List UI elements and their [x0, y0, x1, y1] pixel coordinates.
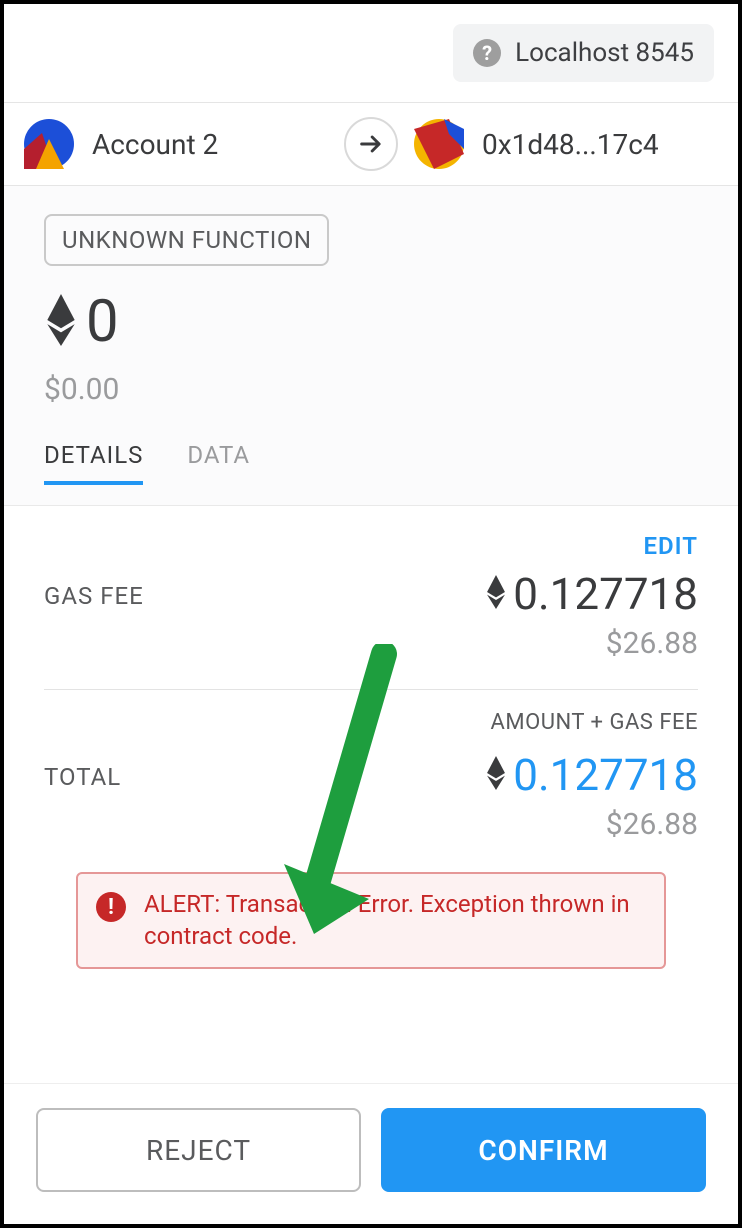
tab-details[interactable]: DETAILS — [44, 441, 143, 485]
from-account[interactable]: Account 2 — [24, 119, 328, 169]
from-avatar-icon — [24, 119, 74, 169]
confirm-button[interactable]: CONFIRM — [381, 1108, 706, 1192]
help-icon: ? — [473, 39, 501, 67]
network-selector[interactable]: ? Localhost 8545 — [453, 24, 714, 82]
amount-eth: 0 — [86, 288, 119, 356]
from-account-name: Account 2 — [92, 128, 218, 161]
total-usd: $26.88 — [485, 807, 698, 842]
total-sub-label: AMOUNT + GAS FEE — [44, 710, 698, 735]
ethereum-icon — [44, 294, 78, 350]
alert-icon: ! — [96, 892, 126, 922]
transaction-summary: UNKNOWN FUNCTION 0 $0.00 DETAILS DATA — [4, 186, 738, 506]
reject-button[interactable]: REJECT — [36, 1108, 361, 1192]
network-label: Localhost 8545 — [515, 38, 694, 68]
top-bar: ? Localhost 8545 — [4, 4, 738, 103]
to-account-address: 0x1d48...17c4 — [482, 128, 659, 161]
to-account[interactable]: 0x1d48...17c4 — [414, 119, 718, 169]
accounts-row: Account 2 0x1d48...17c4 — [4, 103, 738, 186]
arrow-right-icon — [357, 130, 385, 158]
total-row: TOTAL 0.127718 $26.88 — [44, 741, 698, 864]
to-avatar-icon — [414, 119, 464, 169]
details-panel: EDIT GAS FEE 0.127718 $26.88 AMOUNT + GA… — [4, 506, 738, 1073]
gas-fee-label: GAS FEE — [44, 568, 144, 610]
error-alert: ! ALERT: Transaction Error. Exception th… — [76, 872, 666, 969]
footer-actions: REJECT CONFIRM — [4, 1083, 738, 1224]
tabs: DETAILS DATA — [44, 441, 698, 485]
amount-row: 0 — [44, 288, 698, 356]
ethereum-icon — [485, 756, 507, 794]
total-label: TOTAL — [44, 749, 121, 791]
alert-text: ALERT: Transaction Error. Exception thro… — [144, 888, 646, 953]
gas-fee-usd: $26.88 — [485, 626, 698, 661]
gas-fee-eth: 0.127718 — [513, 568, 698, 620]
divider — [44, 689, 698, 690]
direction-arrow — [344, 117, 398, 171]
confirm-transaction-dialog: ? Localhost 8545 Account 2 — [0, 0, 742, 1228]
gas-fee-row: GAS FEE 0.127718 $26.88 — [44, 560, 698, 683]
tab-data[interactable]: DATA — [187, 441, 250, 485]
amount-usd: $0.00 — [44, 372, 698, 407]
ethereum-icon — [485, 575, 507, 613]
edit-gas-link[interactable]: EDIT — [44, 532, 698, 560]
total-eth: 0.127718 — [513, 749, 698, 801]
function-chip: UNKNOWN FUNCTION — [44, 214, 329, 266]
